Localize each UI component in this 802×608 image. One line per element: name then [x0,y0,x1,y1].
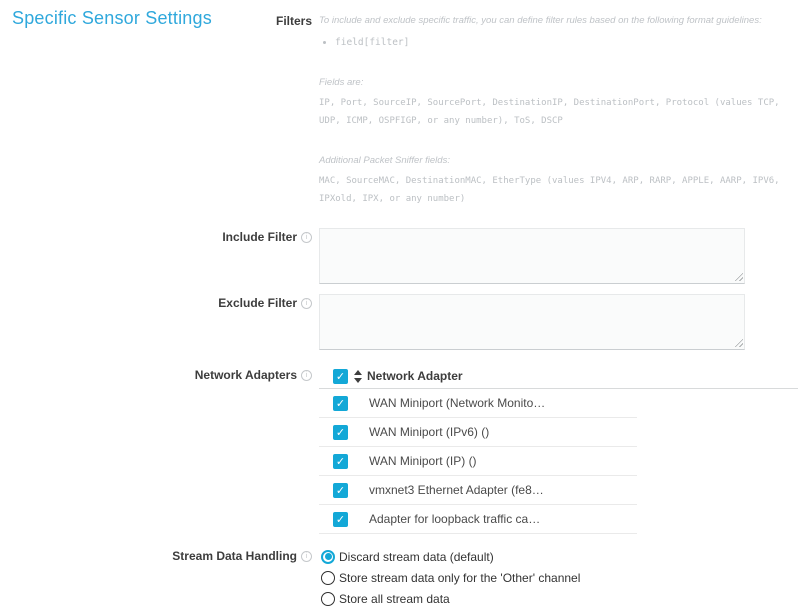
adapter-label: WAN Miniport (Network Monito… [369,396,545,410]
adapter-checkbox[interactable]: ✓ [333,396,348,411]
network-adapters-row: Network Adapters i ✓ Network Adapter ✓ W… [0,364,798,534]
radio-label: Store all stream data [339,592,450,606]
adapter-label: WAN Miniport (IP) () [369,454,477,468]
exclude-filter-row: Exclude Filter i [0,294,798,350]
sort-up-icon [354,370,362,375]
stream-options: Discard stream data (default) Store stre… [319,546,798,608]
adapter-row: ✓ WAN Miniport (IPv6) () [319,418,637,447]
radio-option-store-all[interactable]: Store all stream data [321,588,798,608]
network-adapters-label: Network Adapters [195,368,297,383]
settings-page: Specific Sensor Settings Filters To incl… [0,0,802,608]
include-filter-textarea[interactable] [319,228,745,284]
adapter-table: ✓ Network Adapter ✓ WAN Miniport (Networ… [319,364,798,534]
exclude-filter-label: Exclude Filter [218,296,297,311]
include-filter-label: Include Filter [222,230,297,245]
filters-label: Filters [276,14,312,29]
fields-list-text: IP, Port, SourceIP, SourcePort, Destinat… [319,94,798,130]
adapter-label: WAN Miniport (IPv6) () [369,425,489,439]
stream-data-handling-row: Stream Data Handling i Discard stream da… [0,546,798,608]
adapter-checkbox[interactable]: ✓ [333,483,348,498]
radio-button-selected[interactable] [321,550,335,564]
include-filter-content [319,228,798,284]
filter-format-item: field[filter] [335,36,798,50]
adapter-checkbox[interactable]: ✓ [333,425,348,440]
adapter-row: ✓ WAN Miniport (Network Monito… [319,389,637,418]
filters-row: Filters To include and exclude specific … [0,12,798,208]
fields-are-label: Fields are: [319,74,798,92]
adapter-list-header: ✓ Network Adapter [319,364,798,389]
radio-button[interactable] [321,592,335,606]
sort-down-icon [354,378,362,383]
exclude-filter-label-cell: Exclude Filter i [0,294,312,311]
filter-format-list: field[filter] [319,36,798,50]
stream-data-handling-label-cell: Stream Data Handling i [0,546,312,564]
adapter-label: vmxnet3 Ethernet Adapter (fe8… [369,483,544,497]
stream-data-handling-label: Stream Data Handling [172,549,297,564]
exclude-filter-content [319,294,798,350]
radio-option-discard[interactable]: Discard stream data (default) [321,546,798,567]
info-icon[interactable]: i [301,551,312,562]
additional-fields-label: Additional Packet Sniffer fields: [319,152,798,170]
network-adapters-label-cell: Network Adapters i [0,364,312,383]
exclude-filter-textarea[interactable] [319,294,745,350]
filters-help: To include and exclude specific traffic,… [319,12,798,208]
info-icon[interactable]: i [301,298,312,309]
include-filter-field [319,228,745,284]
adapter-row: ✓ Adapter for loopback traffic ca… [319,505,637,534]
adapter-checkbox[interactable]: ✓ [333,454,348,469]
adapter-checkbox[interactable]: ✓ [333,512,348,527]
additional-fields-text: MAC, SourceMAC, DestinationMAC, EtherTyp… [319,172,798,208]
info-icon[interactable]: i [301,370,312,381]
include-filter-row: Include Filter i [0,228,798,284]
radio-option-store-other[interactable]: Store stream data only for the 'Other' c… [321,567,798,588]
adapter-column-header[interactable]: Network Adapter [367,369,463,383]
filters-intro-text: To include and exclude specific traffic,… [319,12,798,30]
page-title: Specific Sensor Settings [12,8,212,29]
info-icon[interactable]: i [301,232,312,243]
adapter-label: Adapter for loopback traffic ca… [369,512,540,526]
exclude-filter-field [319,294,745,350]
radio-label: Discard stream data (default) [339,550,494,564]
radio-label: Store stream data only for the 'Other' c… [339,571,580,585]
sort-icon[interactable] [354,370,362,383]
radio-button[interactable] [321,571,335,585]
adapter-row: ✓ WAN Miniport (IP) () [319,447,637,476]
adapter-row: ✓ vmxnet3 Ethernet Adapter (fe8… [319,476,637,505]
sensor-settings-form: Filters To include and exclude specific … [0,0,802,608]
select-all-checkbox[interactable]: ✓ [333,369,348,384]
include-filter-label-cell: Include Filter i [0,228,312,245]
